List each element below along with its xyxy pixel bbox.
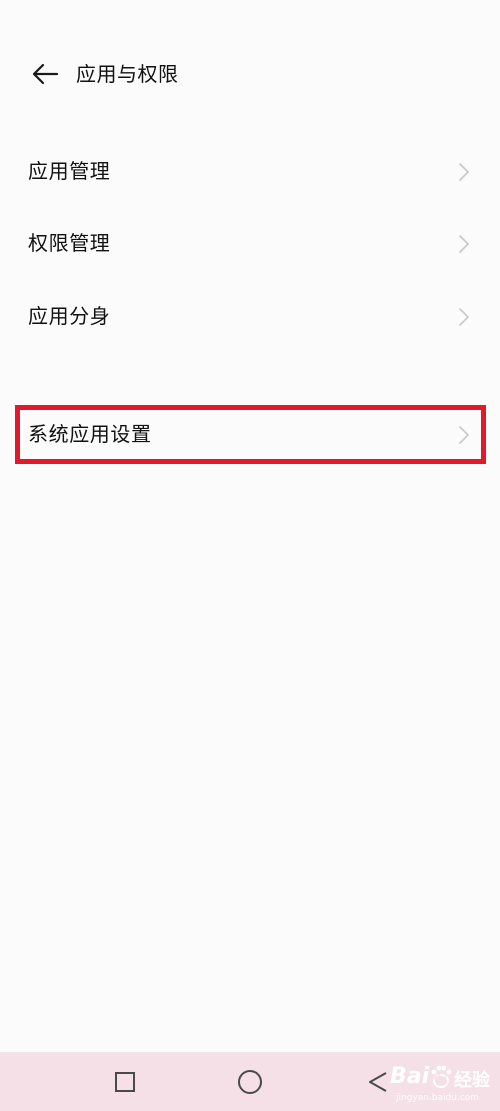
- menu-item-label: 权限管理: [28, 231, 111, 255]
- menu-item-label: 系统应用设置: [28, 422, 152, 446]
- arrow-left-icon: [32, 63, 59, 85]
- recent-apps-icon: [115, 1072, 135, 1092]
- recent-apps-button[interactable]: [109, 1066, 141, 1098]
- chevron-right-icon: [459, 235, 469, 253]
- header-bar: 应用与权限: [0, 50, 500, 98]
- home-icon: [238, 1070, 262, 1094]
- nav-back-button[interactable]: [362, 1066, 394, 1098]
- chevron-right-icon: [459, 426, 469, 444]
- back-button[interactable]: [28, 58, 62, 90]
- menu-item-label: 应用分身: [28, 304, 111, 328]
- chevron-right-icon: [459, 163, 469, 181]
- page-title: 应用与权限: [76, 62, 179, 86]
- chevron-right-icon: [459, 308, 469, 326]
- menu-item-app-clone[interactable]: 应用分身: [0, 287, 500, 347]
- system-navigation-bar: [0, 1052, 500, 1111]
- menu-item-permission-management[interactable]: 权限管理: [0, 214, 500, 274]
- menu-item-system-app-settings[interactable]: 系统应用设置: [0, 405, 500, 465]
- menu-item-app-management[interactable]: 应用管理: [0, 142, 500, 202]
- back-triangle-icon: [369, 1072, 387, 1092]
- menu-item-label: 应用管理: [28, 159, 111, 183]
- home-button[interactable]: [234, 1066, 266, 1098]
